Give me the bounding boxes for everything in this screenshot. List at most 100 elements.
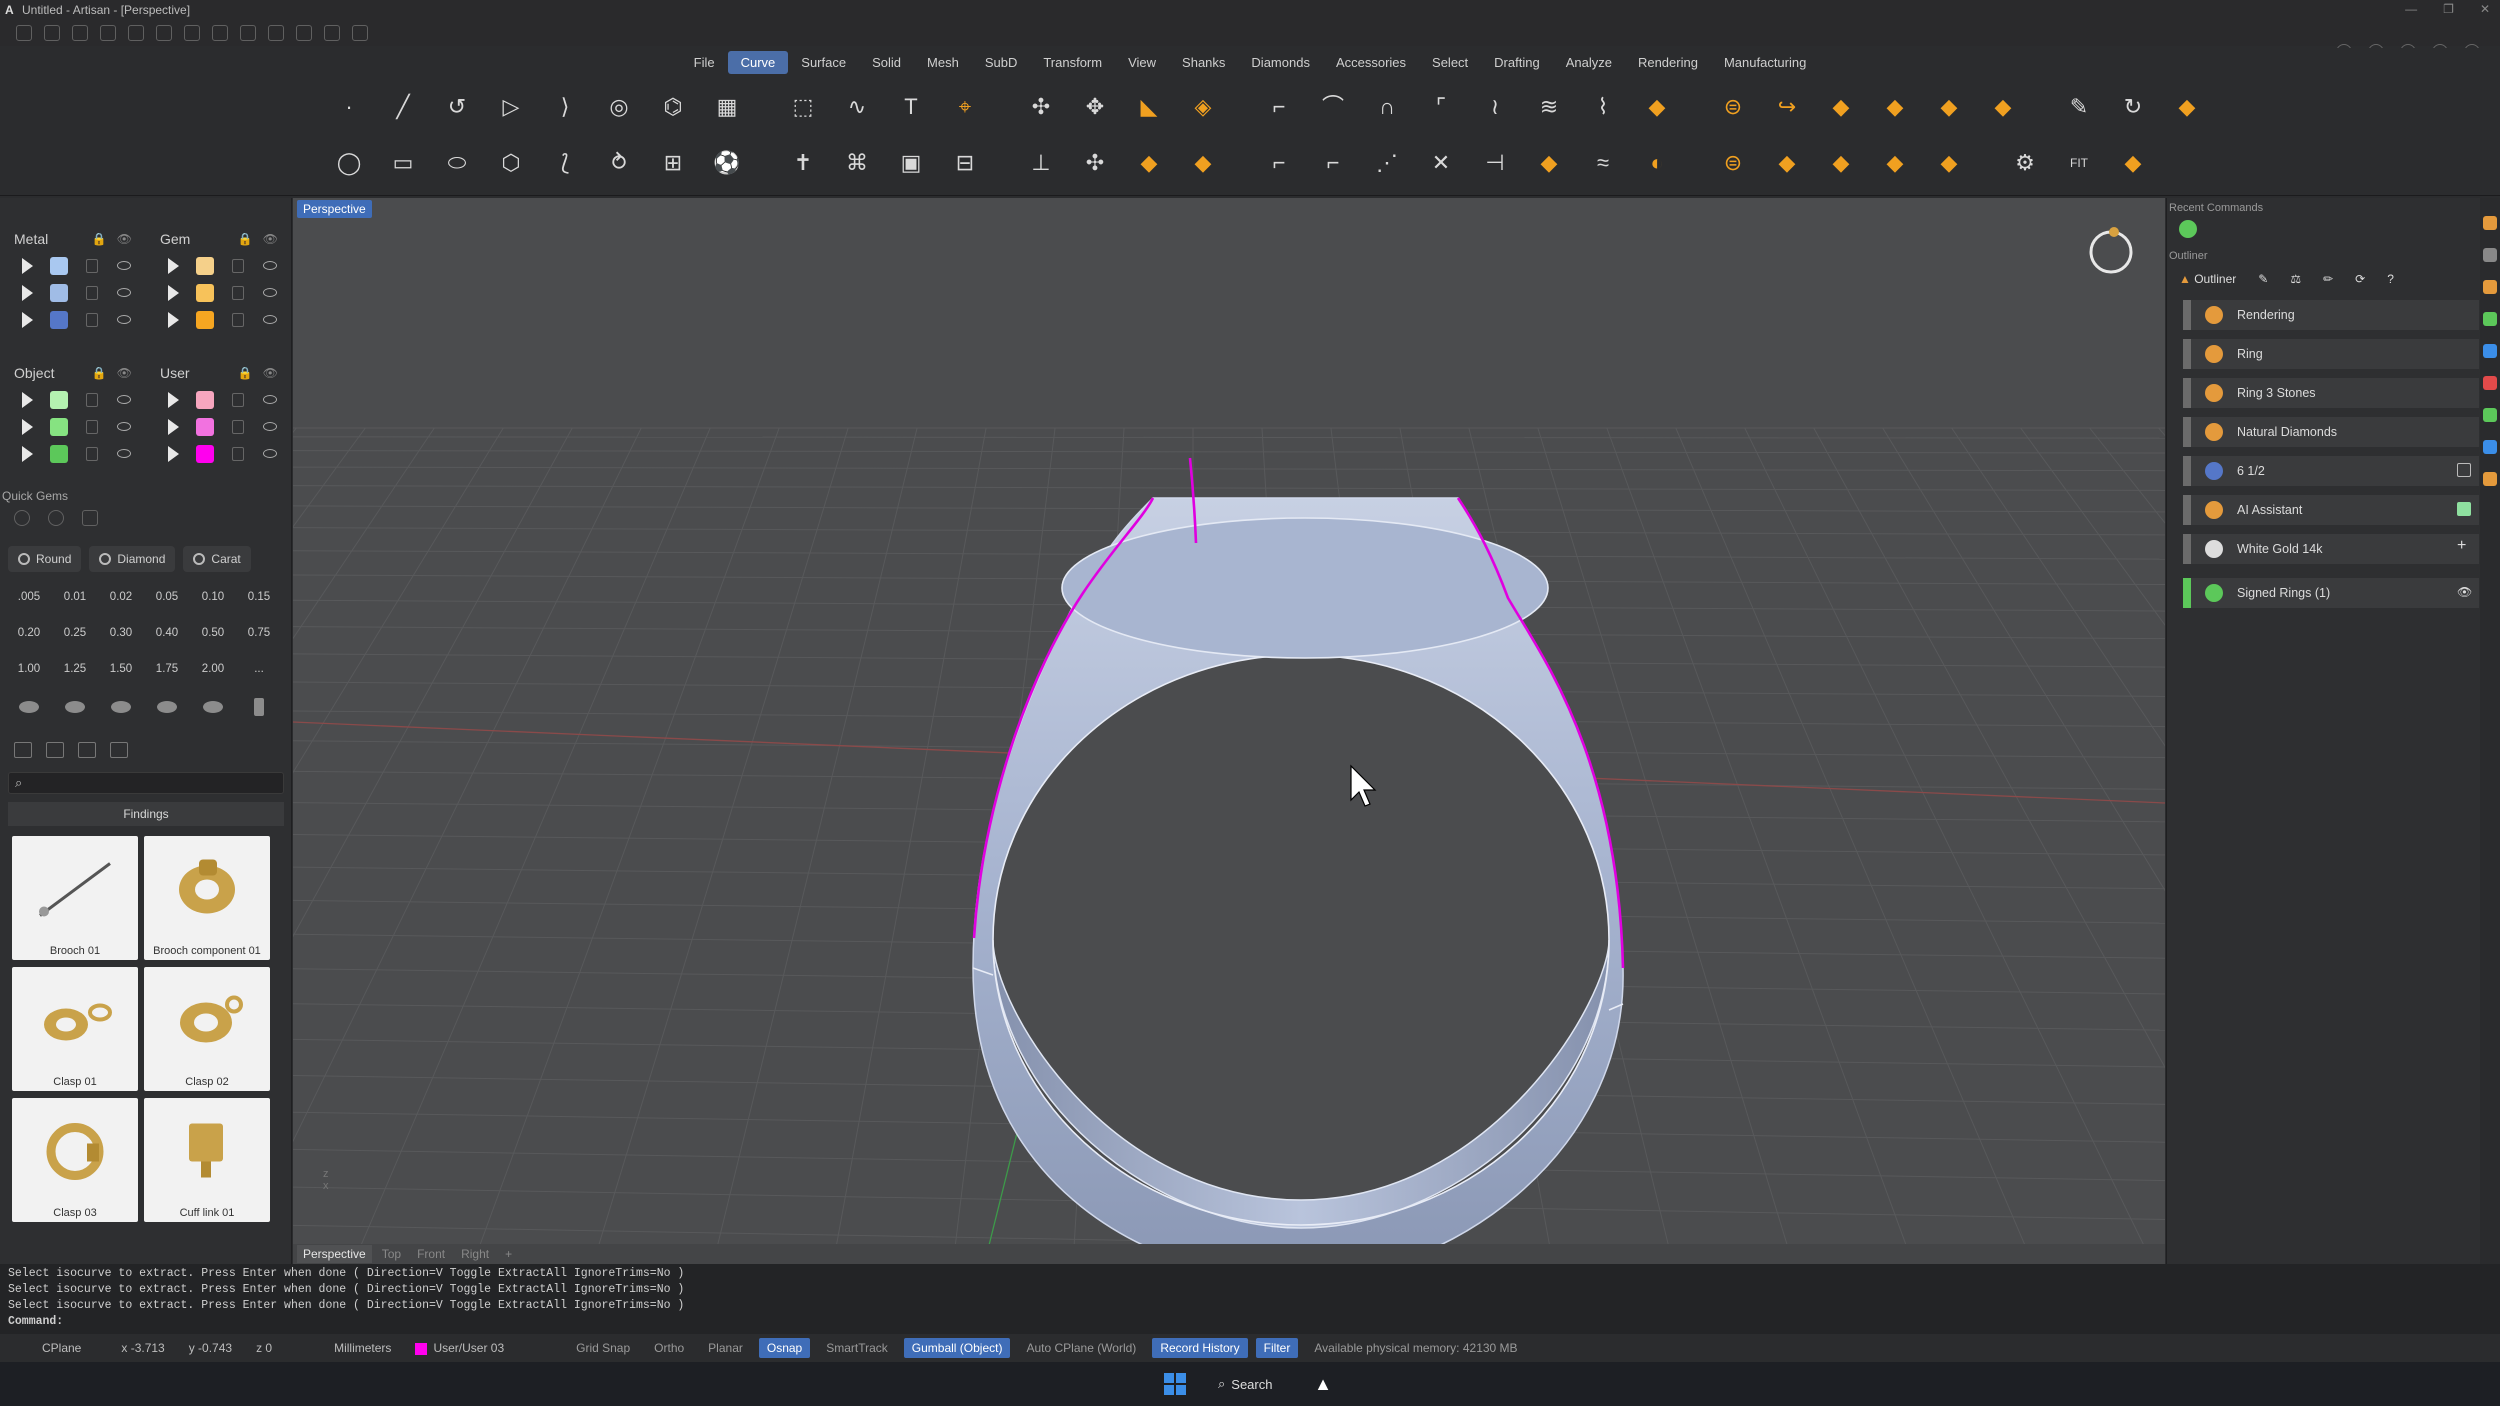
menu-view[interactable]: View (1115, 51, 1169, 74)
gumball-toggle[interactable]: Gumball (Object) (903, 1338, 1011, 1358)
eye-icon[interactable] (263, 395, 277, 404)
taskbar-search[interactable]: ⌕ Search (1210, 1369, 1286, 1399)
add-folder-icon[interactable] (46, 742, 64, 758)
visibility-all-icon[interactable]: 👁 (117, 232, 132, 246)
eye-icon[interactable]: 👁 (2457, 585, 2472, 599)
lock-all-icon[interactable]: 🔒 (238, 366, 253, 380)
menu-surface[interactable]: Surface (788, 51, 859, 74)
finding-item[interactable]: Brooch component 01 (144, 836, 270, 960)
minimize-button[interactable]: — (2405, 2, 2417, 16)
planar-toggle[interactable]: Planar (696, 1341, 755, 1355)
menu-shanks[interactable]: Shanks (1169, 51, 1238, 74)
lock-icon[interactable] (232, 446, 244, 461)
row2-tool-10-icon[interactable]: ⌘ (830, 138, 884, 188)
visibility-all-icon[interactable]: 👁 (263, 366, 278, 380)
layer-row-user-1[interactable] (150, 386, 288, 413)
eye-icon[interactable] (263, 315, 277, 324)
row1-tool-21-icon[interactable]: ∩ (1360, 82, 1414, 132)
menu-analyze[interactable]: Analyze (1553, 51, 1625, 74)
expand-arrow-icon[interactable] (168, 391, 179, 408)
gem-size-button[interactable]: 1.00 (6, 656, 52, 682)
menu-file[interactable]: File (681, 51, 728, 74)
menu-rendering[interactable]: Rendering (1625, 51, 1711, 74)
grid-snap-toggle[interactable]: Grid Snap (516, 1341, 642, 1355)
row1-tool-23-icon[interactable]: ≀ (1468, 82, 1522, 132)
eye-icon[interactable] (117, 261, 131, 270)
layer-color-swatch[interactable] (50, 417, 68, 436)
open-file-icon[interactable] (72, 25, 88, 41)
lock-icon[interactable] (232, 419, 244, 434)
row1-tool-26-icon[interactable]: ◆ (1630, 82, 1684, 132)
row2-tool-24-icon[interactable]: ◆ (1522, 138, 1576, 188)
gem-size-button[interactable]: 0.40 (144, 620, 190, 646)
gem-size-button[interactable]: 1.75 (144, 656, 190, 682)
outliner-item[interactable]: Rendering (2183, 300, 2479, 330)
layer-color-swatch[interactable] (196, 444, 214, 463)
row1-tool-14-icon[interactable]: ✣ (1014, 82, 1068, 132)
gem-shape-princess[interactable] (144, 694, 190, 720)
findings-category-dropdown[interactable]: Findings (8, 802, 284, 826)
row1-tool-4-icon[interactable]: ⟩ (538, 82, 592, 132)
row2-tool-7-icon[interactable]: ⚽ (700, 138, 754, 188)
ortho-toggle[interactable]: Ortho (642, 1341, 696, 1355)
strip-tool-6-icon[interactable] (2483, 408, 2497, 422)
gem-size-button[interactable]: 1.50 (98, 656, 144, 682)
close-button[interactable]: ✕ (2480, 2, 2490, 16)
layer-color-swatch[interactable] (196, 417, 214, 436)
row2-tool-9-icon[interactable]: ✝ (776, 138, 830, 188)
eye-icon[interactable] (117, 315, 131, 324)
menu-subd[interactable]: SubD (972, 51, 1031, 74)
measure-icon[interactable] (268, 25, 284, 41)
menu-curve[interactable]: Curve (727, 50, 789, 74)
start-button[interactable] (1164, 1373, 1186, 1395)
row2-tool-29-icon[interactable]: ◆ (1760, 138, 1814, 188)
row1-tool-7-icon[interactable]: ▦ (700, 82, 754, 132)
expand-arrow-icon[interactable] (22, 445, 33, 462)
layer-row-metal-1[interactable] (4, 252, 142, 279)
eye-icon[interactable] (117, 395, 131, 404)
outliner-item[interactable]: Signed Rings (1) 👁 (2183, 578, 2479, 608)
lock-icon[interactable] (86, 392, 98, 407)
expand-arrow-icon[interactable] (22, 257, 33, 274)
row2-tool-28-icon[interactable]: ⊜ (1706, 138, 1760, 188)
row2-tool-25-icon[interactable]: ≈ (1576, 138, 1630, 188)
row2-tool-12-icon[interactable]: ⊟ (938, 138, 992, 188)
lock-icon[interactable] (86, 419, 98, 434)
expand-arrow-icon[interactable] (22, 284, 33, 301)
pin-icon[interactable]: ✎ (2258, 272, 2268, 286)
gem-size-button[interactable]: 0.75 (236, 620, 282, 646)
gem-tool-icon[interactable] (82, 510, 98, 526)
layer-row-gem-2[interactable] (150, 279, 288, 306)
expand-arrow-icon[interactable] (168, 445, 179, 462)
layer-color-swatch[interactable] (196, 283, 214, 302)
row1-tool-5-icon[interactable]: ◎ (592, 82, 646, 132)
eye-icon[interactable] (263, 449, 277, 458)
expand-arrow-icon[interactable] (168, 284, 179, 301)
recent-command-icon[interactable] (2179, 220, 2197, 238)
gem-size-button[interactable]: 0.10 (190, 584, 236, 610)
row1-tool-0-icon[interactable]: · (322, 82, 376, 132)
findings-search-input[interactable]: ⌕ (8, 772, 284, 794)
lock-icon[interactable] (86, 312, 98, 327)
layer-row-gem-1[interactable] (150, 252, 288, 279)
row2-tool-15-icon[interactable]: ✣ (1068, 138, 1122, 188)
menu-mesh[interactable]: Mesh (914, 51, 972, 74)
row2-tool-6-icon[interactable]: ⊞ (646, 138, 700, 188)
row1-tool-24-icon[interactable]: ≋ (1522, 82, 1576, 132)
outliner-item[interactable]: AI Assistant (2183, 495, 2479, 525)
eye-icon[interactable] (117, 288, 131, 297)
row1-tool-17-icon[interactable]: ◈ (1176, 82, 1230, 132)
eye-icon[interactable] (263, 261, 277, 270)
row1-tool-16-icon[interactable]: ◣ (1122, 82, 1176, 132)
expand-arrow-icon[interactable] (168, 311, 179, 328)
help-icon[interactable]: ? (2387, 272, 2394, 286)
layer-color-swatch[interactable] (50, 256, 68, 275)
row2-tool-21-icon[interactable]: ⋰ (1360, 138, 1414, 188)
row1-tool-15-icon[interactable]: ✥ (1068, 82, 1122, 132)
row1-tool-36-icon[interactable]: ↻ (2106, 82, 2160, 132)
gem-tab-diamond[interactable]: Diamond (89, 546, 176, 572)
row2-tool-11-icon[interactable]: ▣ (884, 138, 938, 188)
auto-cplane-toggle[interactable]: Auto CPlane (World) (1014, 1341, 1148, 1355)
row1-tool-19-icon[interactable]: ⌐ (1252, 82, 1306, 132)
row1-tool-6-icon[interactable]: ⌬ (646, 82, 700, 132)
